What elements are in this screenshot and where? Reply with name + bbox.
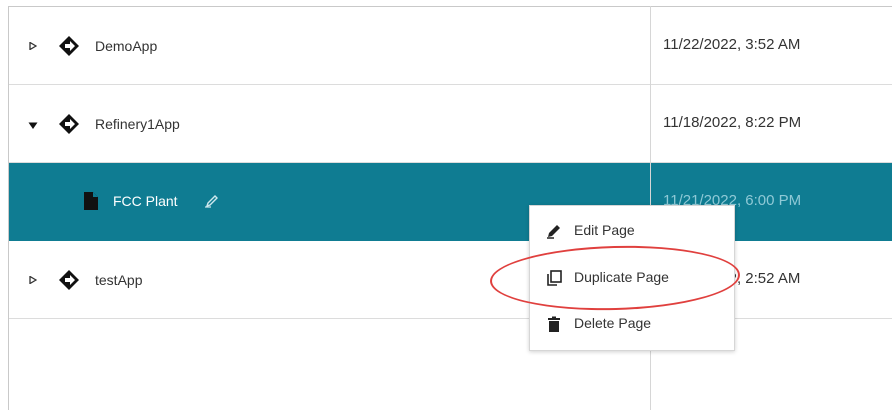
table-row-testapp[interactable]: testApp 11/22/2022, 2:52 AM — [9, 241, 892, 319]
trash-icon — [548, 316, 560, 332]
app-icon — [59, 270, 79, 290]
date-cell: 11/22/2022, 3:52 AM — [651, 7, 891, 84]
row-date: 11/22/2022, 3:52 AM — [663, 36, 801, 53]
row-name: Refinery1App — [95, 116, 180, 132]
name-cell: DemoApp — [9, 7, 650, 84]
page-file-icon — [84, 192, 98, 210]
table-row-fcc-plant[interactable]: FCC Plant 11/21/2022, 6:00 PM — [9, 163, 892, 241]
row-name: DemoApp — [95, 38, 158, 54]
context-menu: Edit Page Duplicate Page Delete Page — [529, 205, 735, 351]
expand-arrow-icon[interactable] — [29, 276, 37, 284]
collapse-arrow-icon[interactable] — [28, 122, 38, 130]
menu-item-label: Duplicate Page — [574, 269, 669, 285]
row-date: 11/18/2022, 8:22 PM — [663, 114, 802, 131]
table-row-refinery1app[interactable]: Refinery1App 11/18/2022, 8:22 PM — [9, 85, 892, 163]
expand-arrow-icon[interactable] — [29, 42, 37, 50]
menu-item-label: Delete Page — [574, 315, 652, 331]
row-name: testApp — [95, 272, 143, 288]
app-icon — [59, 36, 79, 56]
menu-item-label: Edit Page — [574, 222, 635, 238]
menu-item-edit-page[interactable]: Edit Page — [530, 208, 734, 254]
copy-icon — [547, 270, 562, 286]
menu-item-delete-page[interactable]: Delete Page — [530, 302, 734, 348]
date-cell: 11/18/2022, 8:22 PM — [651, 85, 891, 162]
table-row-demoapp[interactable]: DemoApp 11/22/2022, 3:52 AM — [9, 7, 892, 85]
menu-item-duplicate-page[interactable]: Duplicate Page — [530, 254, 734, 300]
app-icon — [59, 114, 79, 134]
name-cell: Refinery1App — [9, 85, 650, 162]
row-name: FCC Plant — [113, 193, 178, 209]
edit-pencil-icon[interactable] — [204, 194, 220, 208]
edit-icon — [547, 225, 560, 239]
